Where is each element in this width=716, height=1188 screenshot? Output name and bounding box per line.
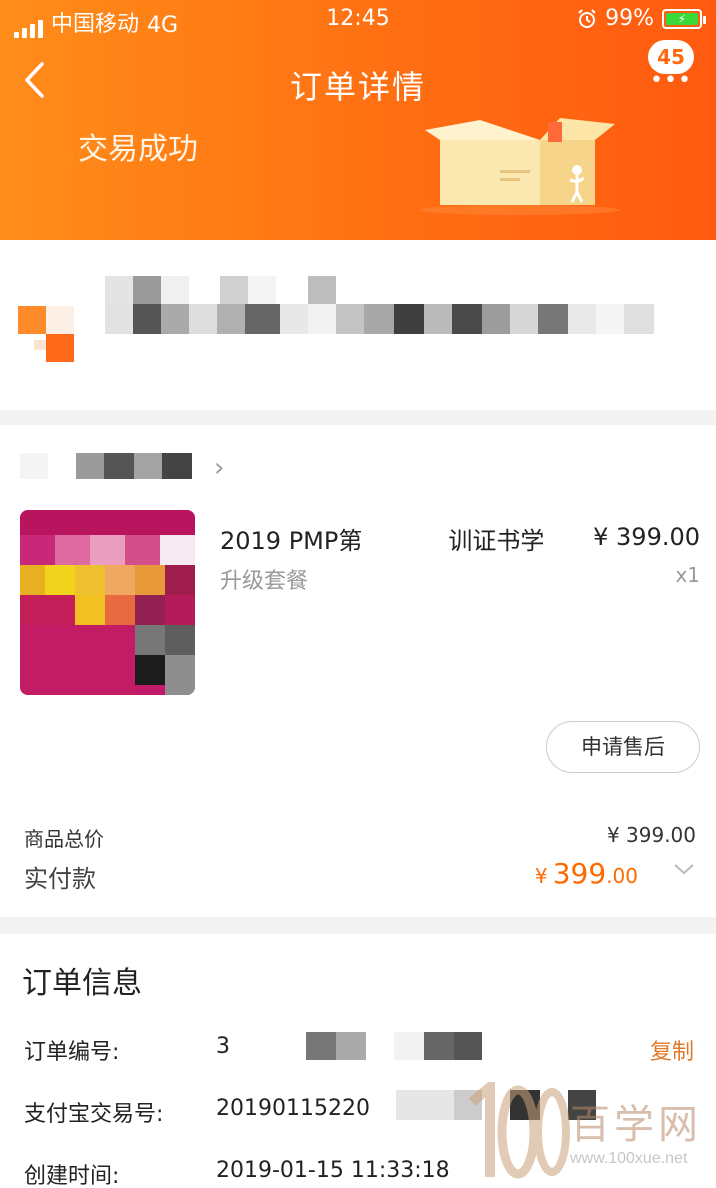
product-price: ¥ 399.00 <box>593 523 700 551</box>
copy-order-number-button[interactable]: 复制 <box>650 1034 694 1066</box>
product-quantity: x1 <box>675 563 700 587</box>
more-menu-button[interactable]: 45 ••• <box>648 40 694 93</box>
alipay-trade-no-value: 20190115220 <box>216 1096 370 1121</box>
chevron-down-icon[interactable] <box>672 857 696 881</box>
created-time-value: 2019-01-15 11:33:18 <box>216 1158 450 1183</box>
battery-percent: 99% <box>605 6 654 31</box>
product-title-part2: 训证书学 <box>448 527 545 555</box>
product-card: › 2019 PMP第 训证书学 升级套餐 ¥ 399.00 x1 申请售后 商品… <box>0 425 716 917</box>
order-number-label: 订单编号: <box>24 1040 120 1065</box>
status-right: 99% ⚡ <box>577 6 706 31</box>
watermark-text: 百学网 <box>570 1102 702 1148</box>
order-header: 中国移动 4G 12:45 99% ⚡ 订单详情 45 ••• 交易成功 <box>0 0 716 240</box>
order-status: 交易成功 <box>78 132 198 167</box>
product-sku: 升级套餐 <box>220 569 309 594</box>
paid-currency: ¥ <box>534 864 548 888</box>
order-number-value: 3 <box>216 1034 230 1059</box>
alarm-icon <box>578 8 596 28</box>
paid-integer: 399 <box>552 857 607 890</box>
goods-total-label: 商品总价 <box>24 827 104 851</box>
order-info-title: 订单信息 <box>22 966 142 1001</box>
watermark-100-icon <box>468 1082 570 1179</box>
created-time-label: 创建时间: <box>24 1164 120 1188</box>
watermark-url: www.100xue.net <box>570 1150 688 1167</box>
paid-decimal: .00 <box>606 864 638 888</box>
page-title: 订单详情 <box>289 68 426 106</box>
battery-icon: ⚡ <box>662 8 706 29</box>
watermark-logo: 百学网 www.100xue.net <box>460 1082 710 1182</box>
product-title[interactable]: 2019 PMP第 训证书学 <box>220 521 544 556</box>
chevron-right-icon[interactable]: › <box>214 453 224 483</box>
after-sale-button[interactable]: 申请售后 <box>546 721 700 773</box>
product-title-part1: 2019 PMP第 <box>220 527 363 555</box>
package-box-illustration <box>420 118 620 215</box>
address-card[interactable] <box>0 240 716 410</box>
status-bar: 中国移动 4G 12:45 99% ⚡ <box>0 0 716 40</box>
paid-amount-value: ¥ 399.00 <box>535 857 638 890</box>
product-thumbnail[interactable] <box>20 510 195 695</box>
goods-total-value: ¥ 399.00 <box>606 823 696 847</box>
alipay-trade-no-label: 支付宝交易号: <box>24 1102 164 1127</box>
more-dots-icon: ••• <box>650 68 692 93</box>
paid-amount-label: 实付款 <box>24 865 96 893</box>
